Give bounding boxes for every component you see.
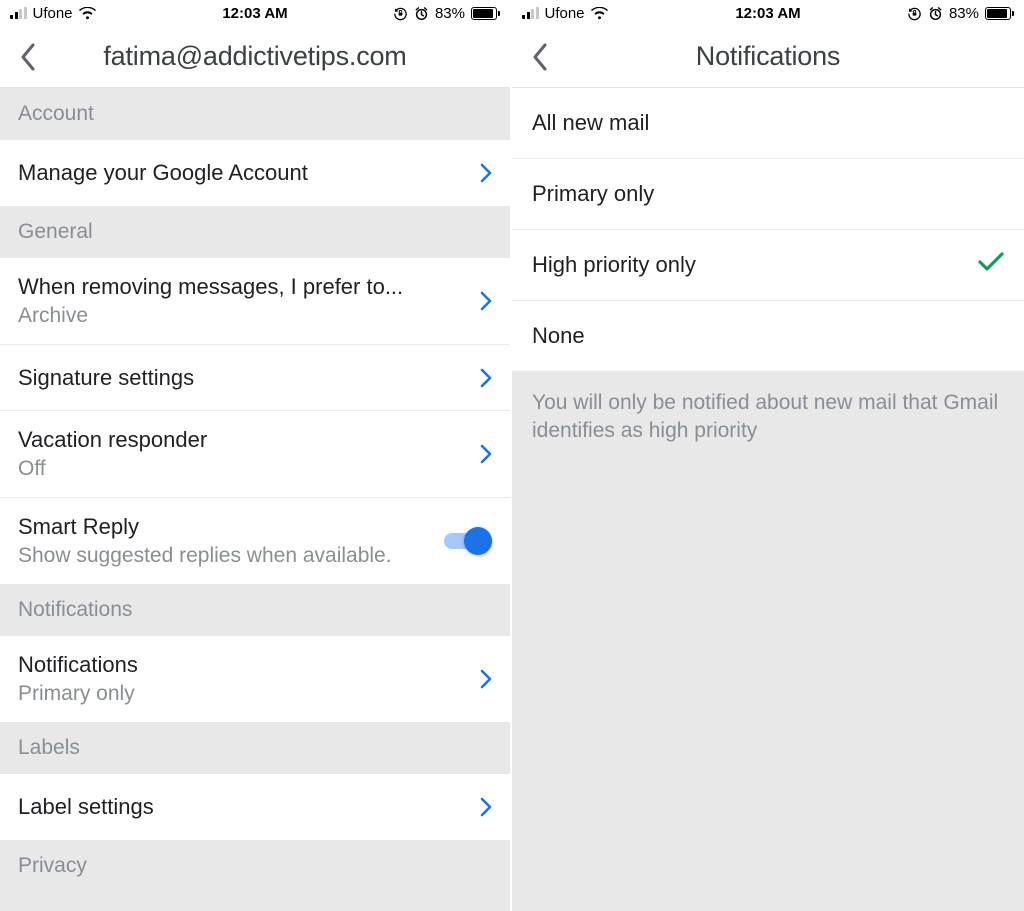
row-title: Signature settings xyxy=(18,365,468,391)
option-primary-only[interactable]: Primary only xyxy=(512,159,1024,230)
chevron-right-icon xyxy=(480,444,492,464)
empty-area xyxy=(512,464,1024,911)
section-header-labels: Labels xyxy=(0,722,510,774)
row-signature-settings[interactable]: Signature settings xyxy=(0,345,510,411)
cell-signal-icon xyxy=(10,7,27,19)
carrier-label: Ufone xyxy=(33,5,73,22)
option-label: All new mail xyxy=(532,110,649,136)
section-header-general: General xyxy=(0,206,510,258)
option-label: Primary only xyxy=(532,181,654,207)
chevron-right-icon xyxy=(480,163,492,183)
checkmark-icon xyxy=(978,252,1004,278)
battery-percent-label: 83% xyxy=(435,5,465,22)
wifi-icon xyxy=(79,7,96,20)
page-title: Notifications xyxy=(512,41,1024,72)
chevron-right-icon xyxy=(480,291,492,311)
row-notifications[interactable]: Notifications Primary only xyxy=(0,636,510,722)
option-high-priority-only[interactable]: High priority only xyxy=(512,230,1024,301)
row-title: Smart Reply xyxy=(18,514,444,540)
row-manage-google-account[interactable]: Manage your Google Account xyxy=(0,140,510,206)
notifications-screen: Ufone 12:03 AM 83% Notifications Al xyxy=(512,0,1024,911)
row-value: Off xyxy=(18,457,468,481)
option-label: High priority only xyxy=(532,252,696,278)
battery-percent-label: 83% xyxy=(949,5,979,22)
option-label: None xyxy=(532,323,585,349)
row-remove-preference[interactable]: When removing messages, I prefer to... A… xyxy=(0,258,510,345)
nav-header: fatima@addictivetips.com xyxy=(0,26,510,88)
row-smart-reply[interactable]: Smart Reply Show suggested replies when … xyxy=(0,498,510,584)
chevron-right-icon xyxy=(480,368,492,388)
cell-signal-icon xyxy=(522,7,539,19)
row-title: Manage your Google Account xyxy=(18,160,468,186)
option-all-new-mail[interactable]: All new mail xyxy=(512,88,1024,159)
battery-icon xyxy=(985,7,1014,20)
section-header-privacy: Privacy xyxy=(0,840,510,892)
status-bar: Ufone 12:03 AM 83% xyxy=(0,0,510,26)
chevron-right-icon xyxy=(480,797,492,817)
section-header-notifications: Notifications xyxy=(0,584,510,636)
row-title: Notifications xyxy=(18,652,468,678)
settings-screen: Ufone 12:03 AM 83% fatima@addictivetips.… xyxy=(0,0,512,911)
smart-reply-toggle[interactable] xyxy=(444,527,492,555)
orientation-lock-icon xyxy=(907,6,922,21)
section-header-account: Account xyxy=(0,88,510,140)
row-title: When removing messages, I prefer to... xyxy=(18,274,468,300)
orientation-lock-icon xyxy=(393,6,408,21)
wifi-icon xyxy=(591,7,608,20)
row-value: Archive xyxy=(18,304,468,328)
row-title: Vacation responder xyxy=(18,427,468,453)
option-none[interactable]: None xyxy=(512,301,1024,371)
carrier-label: Ufone xyxy=(545,5,585,22)
nav-header: Notifications xyxy=(512,26,1024,88)
battery-icon xyxy=(471,7,500,20)
status-bar: Ufone 12:03 AM 83% xyxy=(512,0,1024,26)
alarm-icon xyxy=(414,6,429,21)
row-label-settings[interactable]: Label settings xyxy=(0,774,510,840)
page-title: fatima@addictivetips.com xyxy=(0,41,510,72)
row-subtitle: Show suggested replies when available. xyxy=(18,544,444,568)
row-value: Primary only xyxy=(18,682,468,706)
row-vacation-responder[interactable]: Vacation responder Off xyxy=(0,411,510,498)
row-title: Label settings xyxy=(18,794,468,820)
alarm-icon xyxy=(928,6,943,21)
chevron-right-icon xyxy=(480,669,492,689)
selection-description: You will only be notified about new mail… xyxy=(512,371,1024,464)
